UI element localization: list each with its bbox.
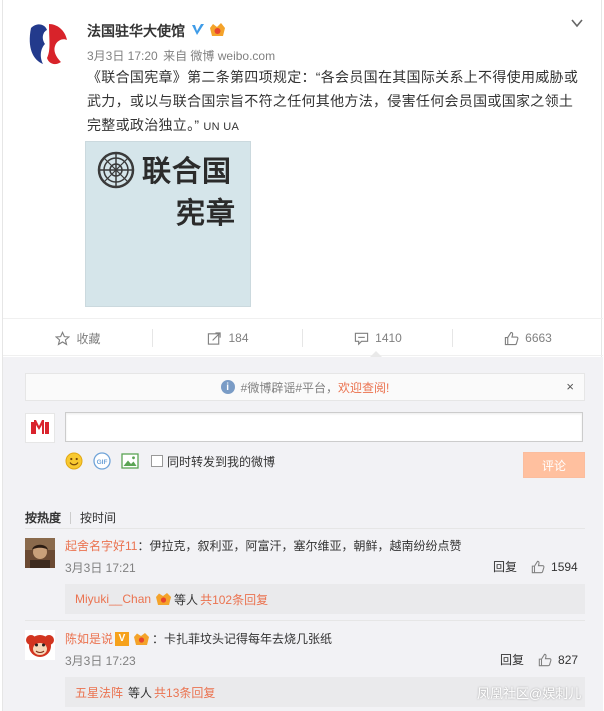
commenter-name[interactable]: 起舍名字好11	[65, 537, 137, 554]
forward-checkbox[interactable]	[151, 455, 163, 467]
comment-icon	[354, 332, 369, 345]
composer-tools: GIF 同时转发到我的微博	[65, 451, 275, 471]
comment-sort: 按热度 按时间	[25, 509, 116, 526]
replies-mid: 等人	[128, 685, 153, 700]
star-icon	[55, 330, 71, 346]
replies-mid: 等人	[174, 592, 199, 607]
comment-content: 陈如是说 V ：卡扎菲坟头记得每年去烧几张纸	[65, 630, 332, 647]
watermark: 凤凰社区@娱刺儿	[477, 686, 582, 701]
post-image[interactable]: 联合国 宪章	[85, 141, 251, 307]
comment-like-count: 1594	[551, 559, 578, 574]
like-count: 6663	[525, 331, 552, 345]
comment-input[interactable]	[65, 412, 583, 442]
thumbs-up-icon	[531, 560, 545, 573]
verified-icon	[190, 22, 206, 38]
chevron-down-icon[interactable]	[571, 18, 583, 28]
submit-comment-button[interactable]: 评论	[523, 452, 585, 478]
comment-time: 3月3日 17:23	[65, 654, 136, 668]
like-button[interactable]: 6663	[453, 319, 603, 357]
un-emblem-icon	[97, 151, 135, 189]
sort-by-time[interactable]: 按时间	[80, 509, 116, 526]
forward-checkbox-label: 同时转发到我的微博	[167, 454, 276, 469]
info-icon: i	[220, 380, 235, 394]
comment-like-count: 827	[558, 652, 579, 667]
reply-author-name[interactable]: 五星法阵	[75, 684, 123, 701]
reply-button[interactable]: 回复	[493, 558, 517, 575]
vip-badge-icon	[134, 632, 150, 645]
emoji-icon[interactable]	[65, 452, 83, 470]
reply-author-name[interactable]: Miyuki__Chan	[75, 592, 151, 606]
sort-by-hot[interactable]: 按热度	[25, 509, 61, 526]
forward-icon	[208, 331, 222, 345]
sort-divider	[25, 528, 585, 529]
post-tail: UN UA	[203, 121, 240, 133]
svg-text:GIF: GIF	[97, 459, 108, 466]
favorite-button[interactable]: 收藏	[3, 319, 153, 357]
comment-actions: 回复 1594	[493, 558, 578, 575]
gif-icon[interactable]: GIF	[93, 452, 111, 470]
thumbs-up-icon	[504, 331, 519, 345]
post-date[interactable]: 3月3日 17:20	[87, 49, 158, 63]
post-source: 来自 微博 weibo.com	[163, 49, 276, 63]
thumbs-up-icon	[538, 653, 552, 666]
image-text-line2: 宪章	[176, 196, 237, 230]
forward-count: 184	[228, 331, 249, 345]
comment-time: 3月3日 17:21	[65, 561, 136, 575]
current-user-avatar[interactable]	[25, 413, 55, 443]
replies-summary[interactable]: Miyuki__Chan 等人 共102条回复	[65, 584, 585, 614]
replies-count[interactable]: 共13条回复	[154, 684, 215, 701]
commenter-name[interactable]: 陈如是说	[65, 630, 113, 647]
vip-badge-icon	[156, 593, 172, 605]
comment-avatar[interactable]	[25, 630, 55, 660]
action-bar: 收藏 184 1410 6663	[3, 318, 603, 358]
comment-count: 1410	[375, 331, 402, 345]
author-avatar[interactable]	[23, 18, 73, 68]
reply-button[interactable]: 回复	[500, 651, 524, 668]
vip-badge-icon	[210, 23, 225, 36]
comment-button[interactable]: 1410	[303, 319, 453, 358]
image-upload-icon[interactable]	[121, 452, 139, 470]
forward-button[interactable]: 184	[153, 319, 303, 357]
comment-like-button[interactable]: 1594	[531, 560, 578, 574]
comment-content: 起舍名字好11 ：伊拉克，叙利亚，阿富汗，塞尔维亚，朝鲜，越南纷纷点赞	[65, 537, 461, 554]
comment-divider	[25, 620, 585, 621]
author-name[interactable]: 法国驻华大使馆	[87, 21, 185, 41]
comment-avatar[interactable]	[25, 538, 55, 568]
replies-count[interactable]: 共102条回复	[200, 591, 268, 608]
image-text-line1: 联合国	[142, 154, 233, 188]
comment-like-button[interactable]: 827	[538, 653, 578, 667]
post-text: 《联合国宪章》第二条第四项规定：“各会员国在其国际关系上不得使用威胁或武力，或以…	[87, 65, 587, 139]
comment-text: ：伊拉克，叙利亚，阿富汗，塞尔维亚，朝鲜，越南纷纷点赞	[137, 539, 462, 553]
notice-link[interactable]: 欢迎查阅!	[338, 379, 389, 396]
notice-text: #微博辟谣#平台，	[240, 380, 338, 395]
comment-actions: 回复 827	[500, 651, 578, 668]
rumor-notice-bar: i #微博辟谣#平台， 欢迎查阅! ×	[25, 373, 585, 401]
weibo-post-card: 法国驻华大使馆 3月3日 17:20 来自 微博 weibo.com 《联合国宪…	[2, 0, 603, 711]
close-icon[interactable]: ×	[566, 379, 574, 394]
favorite-label: 收藏	[76, 331, 101, 346]
post-body: 《联合国宪章》第二条第四项规定：“各会员国在其国际关系上不得使用威胁或武力，或以…	[87, 69, 579, 133]
post-meta: 3月3日 17:20 来自 微博 weibo.com	[87, 47, 277, 64]
comment-text: ：卡扎菲坟头记得每年去烧几张纸	[152, 632, 333, 646]
v-member-badge: V	[115, 631, 130, 646]
